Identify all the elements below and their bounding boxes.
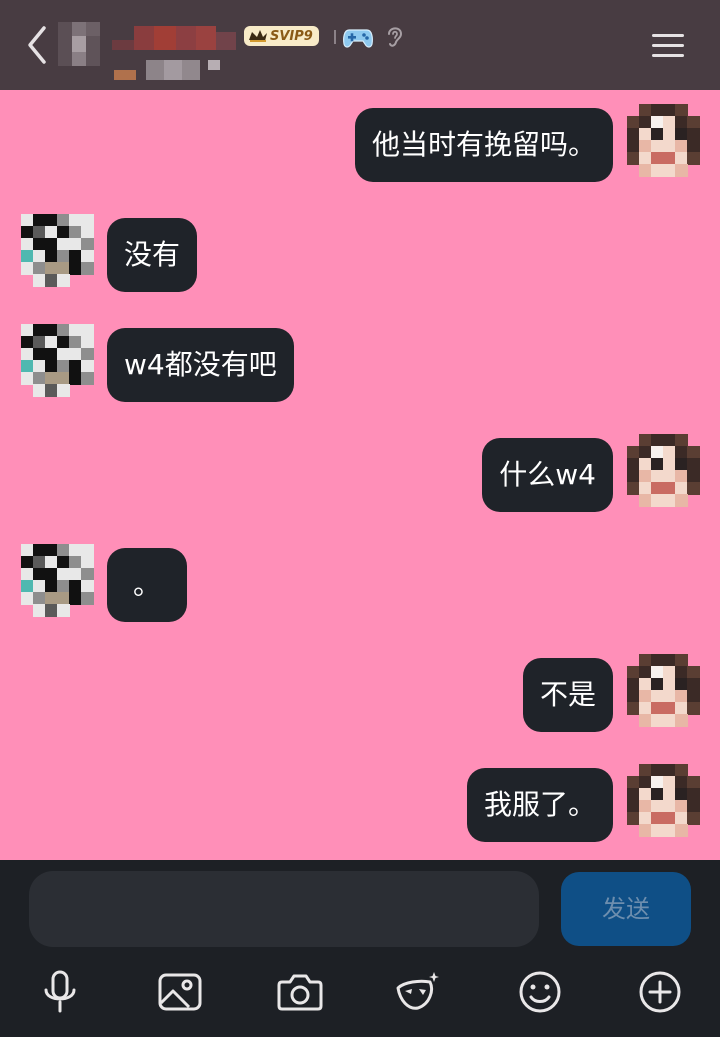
my-avatar[interactable]: [627, 434, 700, 507]
message-input[interactable]: [29, 871, 539, 947]
send-button[interactable]: 发送: [561, 872, 691, 946]
emoji-icon[interactable]: [516, 970, 564, 1014]
message-bubble[interactable]: 不是: [522, 658, 613, 732]
contact-status: [114, 60, 222, 80]
contact-avatar[interactable]: [58, 22, 100, 66]
my-avatar[interactable]: [627, 104, 700, 177]
contact-name: [112, 26, 236, 50]
chat-header: SVIP9: [0, 0, 720, 90]
message-bubble[interactable]: 。: [107, 548, 187, 622]
plus-icon[interactable]: [636, 970, 684, 1014]
my-avatar[interactable]: [627, 764, 700, 837]
message-bubble[interactable]: 没有: [107, 218, 198, 292]
message-bubble[interactable]: 他当时有挽留吗。: [354, 108, 613, 182]
back-chevron-icon[interactable]: [20, 24, 56, 66]
message-row: 不是: [0, 654, 720, 738]
svip-badge[interactable]: SVIP9: [244, 26, 319, 46]
input-bar: 发送: [0, 860, 720, 950]
contact-avatar-in-chat[interactable]: [21, 214, 94, 287]
my-avatar[interactable]: [627, 654, 700, 727]
contact-avatar-in-chat[interactable]: [21, 544, 94, 617]
ear-icon[interactable]: [384, 24, 406, 50]
message-bubble[interactable]: 我服了。: [466, 768, 613, 842]
menu-icon[interactable]: [650, 30, 686, 60]
microphone-icon[interactable]: [36, 970, 84, 1014]
mask-icon[interactable]: [394, 970, 442, 1014]
message-row: 。: [0, 544, 720, 628]
header-divider: [334, 30, 336, 44]
contact-avatar-in-chat[interactable]: [21, 324, 94, 397]
gamepad-icon[interactable]: [342, 26, 374, 50]
camera-icon[interactable]: [276, 970, 324, 1014]
chat-toolbar: [0, 950, 720, 1037]
message-list[interactable]: 他当时有挽留吗。 没有 w4都没有吧 什么w4 。 不是 我服了。: [0, 90, 720, 860]
image-icon[interactable]: [156, 970, 204, 1014]
message-bubble[interactable]: 什么w4: [482, 438, 613, 512]
message-row: 他当时有挽留吗。: [0, 104, 720, 188]
message-bubble[interactable]: w4都没有吧: [107, 328, 294, 402]
message-row: 没有: [0, 214, 720, 298]
crown-icon: [249, 30, 267, 42]
message-row: w4都没有吧: [0, 324, 720, 408]
message-row: 什么w4: [0, 434, 720, 518]
svip-label: SVIP9: [270, 28, 313, 44]
message-row: 我服了。: [0, 764, 720, 848]
